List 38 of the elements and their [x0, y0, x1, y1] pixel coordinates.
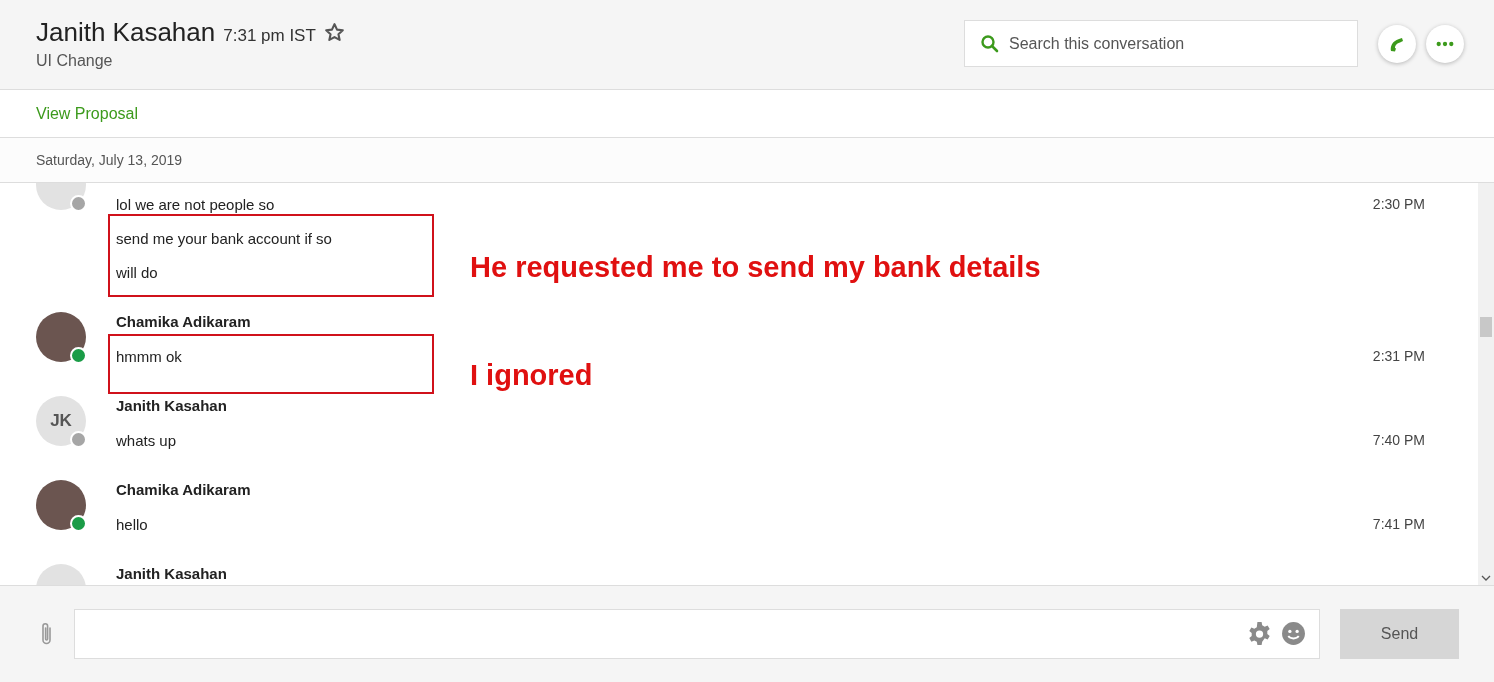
avatar-photo-placeholder — [36, 480, 86, 530]
message-text: send me your bank account if so — [116, 229, 332, 247]
message-time: 7:40 PM — [1372, 432, 1425, 448]
message-text: whats up — [116, 431, 177, 449]
emoji-icon[interactable] — [1281, 621, 1306, 646]
sender-name: Chamika Adikaram — [116, 312, 252, 332]
scrollbar-thumb[interactable] — [1480, 317, 1492, 337]
avatar-initials: JK — [50, 411, 72, 431]
date-label: Saturday, July 13, 2019 — [36, 152, 183, 168]
star-icon[interactable] — [323, 22, 345, 43]
message-time: 2:30 PM — [1372, 196, 1425, 212]
scrollbar[interactable] — [1478, 183, 1494, 585]
scroll-down-icon[interactable] — [1481, 575, 1491, 581]
conversation-subject: UI Change — [36, 52, 114, 70]
message-text: will do — [116, 263, 158, 281]
contact-name: Janith Kasahan — [36, 17, 216, 48]
message-time: 2:31 PM — [1372, 348, 1425, 364]
call-button[interactable] — [1378, 24, 1416, 63]
local-time: 7:31 pm IST — [223, 26, 316, 46]
avatar-photo-placeholder — [36, 312, 86, 362]
message-text: hello — [116, 515, 148, 533]
search-field[interactable]: Search this conversation — [964, 20, 1358, 67]
message-text: hmmm ok — [116, 347, 182, 365]
message-input[interactable] — [74, 609, 1320, 659]
sender-name: Chamika Adikaram — [116, 480, 252, 500]
message-text: lol we are not people so — [116, 195, 275, 213]
gear-icon[interactable] — [1247, 621, 1272, 646]
send-button[interactable]: Send — [1340, 609, 1459, 659]
paperclip-icon[interactable] — [40, 621, 54, 647]
more-icon — [1436, 40, 1454, 47]
message-time: 7:41 PM — [1372, 516, 1425, 532]
annotation-text: He requested me to send my bank details — [470, 251, 1041, 284]
view-proposal-link[interactable]: View Proposal — [36, 104, 138, 123]
sender-name: Janith Kasahan — [116, 396, 228, 416]
search-icon — [980, 34, 1000, 54]
sender-name: Janith Kasahan — [116, 564, 228, 584]
annotation-text: I ignored — [470, 359, 593, 392]
more-button[interactable] — [1426, 24, 1464, 63]
